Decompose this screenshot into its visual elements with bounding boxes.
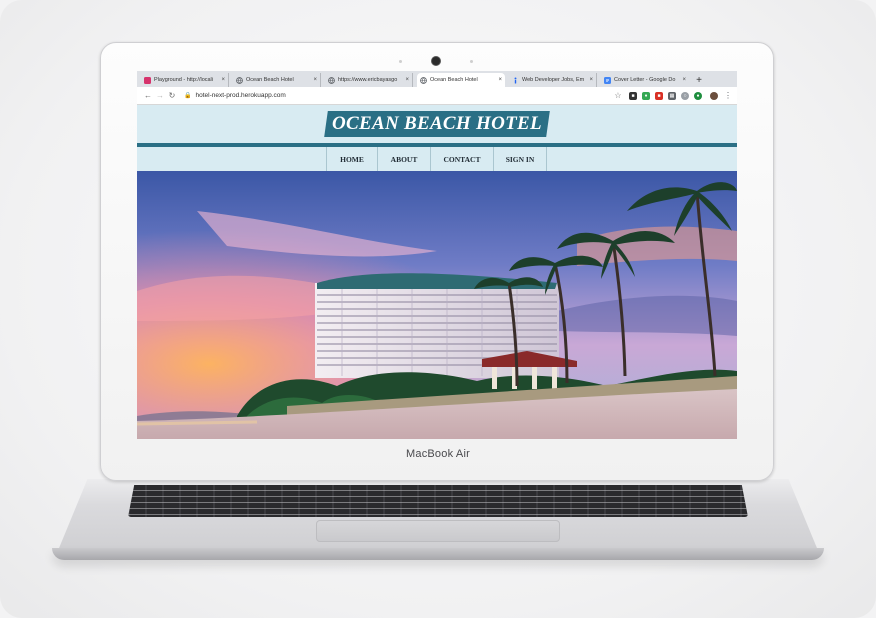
- browser-toolbar: ← → ↻ 🔒 hotel-next-prod.herokuapp.com ☆ …: [137, 87, 737, 105]
- new-tab-button[interactable]: +: [693, 74, 705, 86]
- nav-sign-in[interactable]: SIGN IN: [494, 147, 547, 171]
- keyboard: [128, 485, 748, 517]
- site-logo-text: OCEAN BEACH HOTEL: [332, 113, 542, 134]
- sensor-dot: [470, 60, 473, 63]
- forward-icon[interactable]: →: [154, 91, 166, 100]
- bookmark-star-icon[interactable]: ☆: [612, 91, 624, 100]
- close-tab-icon[interactable]: ×: [682, 77, 686, 83]
- trackpad: [316, 520, 560, 542]
- profile-avatar-icon[interactable]: [710, 91, 718, 100]
- globe-icon: [328, 76, 335, 84]
- tab-title: Cover Letter - Google Do: [614, 77, 676, 83]
- hero-image: [137, 171, 737, 439]
- address-text: hotel-next-prod.herokuapp.com: [195, 92, 286, 99]
- nav-about[interactable]: ABOUT: [378, 147, 431, 171]
- browser-tab[interactable]: Playground - http://locali ×: [141, 73, 229, 87]
- nav-contact[interactable]: CONTACT: [431, 147, 494, 171]
- green-extension-icon[interactable]: ●: [694, 91, 702, 100]
- tab-title: Playground - http://locali: [154, 77, 214, 83]
- close-tab-icon[interactable]: ×: [589, 77, 593, 83]
- laptop-base-edge: [52, 548, 824, 560]
- browser-tab[interactable]: https://www.ericbayasgo ×: [325, 73, 413, 87]
- browser-tab[interactable]: Cover Letter - Google Do ×: [601, 73, 689, 87]
- close-tab-icon[interactable]: ×: [221, 77, 225, 83]
- tab-title: Ocean Beach Hotel: [430, 77, 478, 83]
- circle-extension-icon[interactable]: ○: [681, 91, 689, 100]
- tab-title: Ocean Beach Hotel: [246, 77, 294, 83]
- sensor-dot: [399, 60, 402, 63]
- playground-icon: [144, 76, 151, 84]
- puzzle-extension-icon[interactable]: ♦: [642, 91, 650, 100]
- browser-tab-strip: Playground - http://locali × Ocean Beach…: [137, 71, 737, 87]
- indeed-icon: [512, 77, 519, 84]
- webcam: [432, 57, 440, 65]
- globe-icon: [236, 76, 243, 84]
- browser-menu-icon[interactable]: ⋮: [724, 91, 732, 100]
- browser-tab[interactable]: Web Developer Jobs, Em ×: [509, 73, 597, 87]
- tab-title: https://www.ericbayasgo: [338, 77, 398, 83]
- calendar-extension-icon[interactable]: ▦: [668, 91, 676, 100]
- reload-icon[interactable]: ↻: [166, 91, 178, 100]
- site-nav: HOME ABOUT CONTACT SIGN IN: [326, 147, 547, 171]
- laptop-screen: Playground - http://locali × Ocean Beach…: [137, 71, 737, 439]
- macbook-label: MacBook Air: [406, 448, 470, 460]
- tab-title: Web Developer Jobs, Em: [522, 77, 585, 83]
- browser-tab[interactable]: Ocean Beach Hotel ×: [233, 73, 321, 87]
- nav-home[interactable]: HOME: [327, 147, 378, 171]
- close-tab-icon[interactable]: ×: [498, 77, 502, 83]
- grammar-extension-icon[interactable]: ■: [629, 91, 637, 100]
- address-bar[interactable]: 🔒 hotel-next-prod.herokuapp.com: [184, 90, 606, 102]
- close-tab-icon[interactable]: ×: [313, 77, 317, 83]
- browser-tab-active[interactable]: Ocean Beach Hotel ×: [417, 73, 505, 87]
- back-icon[interactable]: ←: [142, 91, 154, 100]
- site-logo[interactable]: OCEAN BEACH HOTEL: [324, 111, 550, 137]
- globe-icon: [420, 76, 427, 84]
- red-extension-icon[interactable]: ■: [655, 91, 663, 100]
- close-tab-icon[interactable]: ×: [405, 77, 409, 83]
- lock-icon: 🔒: [184, 93, 192, 99]
- docs-icon: [604, 76, 611, 84]
